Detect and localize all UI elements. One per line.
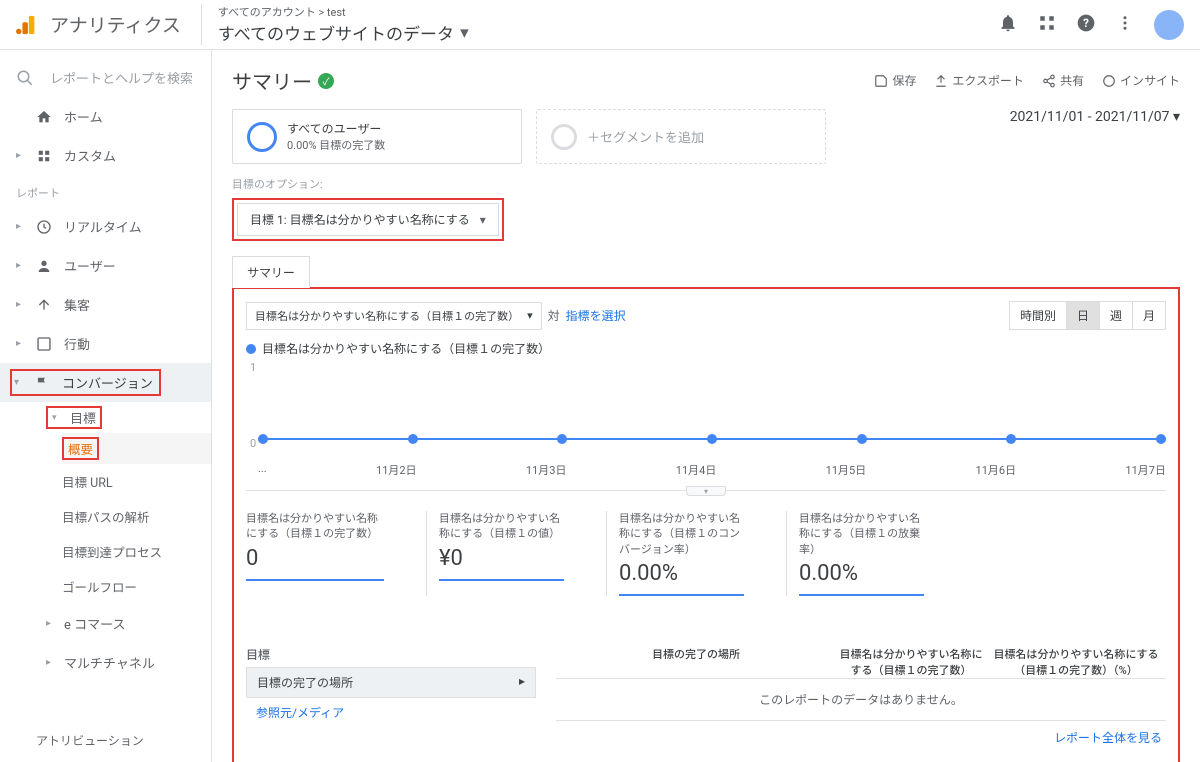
custom-icon (37, 149, 51, 163)
sidebar-item-multichannel[interactable]: ▸マルチチャネル (46, 643, 211, 682)
chart-container: 目標名は分かりやすい名称にする（目標１の完了数）▾ 対 指標を選択 時間別 日 … (232, 287, 1180, 762)
goal-option-selector[interactable]: 目標 1: 目標名は分かりやすい名称にする▾ (237, 203, 499, 236)
x-label: 11月4日 (676, 462, 717, 478)
data-point[interactable] (707, 434, 717, 444)
goal-option-highlight: 目標 1: 目標名は分かりやすい名称にする▾ (232, 198, 504, 241)
sidebar-item-home[interactable]: ホーム (0, 97, 211, 136)
x-label: 11月5日 (826, 462, 867, 478)
sidebar-item-goal-path[interactable]: 目標パスの解析 (62, 499, 211, 534)
date-range-picker[interactable]: 2021/11/01 - 2021/11/07 ▾ (1010, 109, 1180, 125)
segment-circle-icon (247, 122, 277, 152)
segment-add-circle-icon (551, 124, 577, 150)
notifications-icon[interactable] (998, 13, 1018, 37)
metric-card-abandon-rate: 目標名は分かりやすい名称にする（目標１の放棄率）0.00% (786, 511, 936, 596)
chart-legend: 目標名は分かりやすい名称にする（目標１の完了数） (246, 340, 1166, 357)
data-point[interactable] (857, 434, 867, 444)
time-week-button[interactable]: 週 (1100, 302, 1133, 329)
save-button[interactable]: 保存 (874, 72, 916, 89)
sidebar-section-reports: レポート (0, 175, 211, 207)
table-col-completions: 目標名は分かりやすい名称にする（目標１の完了数） (836, 646, 986, 678)
x-label: 11月7日 (1125, 462, 1166, 478)
avatar[interactable] (1154, 10, 1184, 40)
share-icon (1042, 74, 1056, 88)
sidebar-item-goals[interactable]: ▾目標 (46, 402, 211, 433)
table-dimension-source[interactable]: 参照元/メディア (246, 698, 536, 727)
table-col-place: 目標の完了の場所 (556, 646, 836, 678)
metric-card-value: 目標名は分かりやすい名称にする（目標１の値）¥0 (426, 511, 576, 596)
x-label: 11月2日 (376, 462, 417, 478)
sidebar-item-realtime[interactable]: ▸リアルタイム (0, 207, 211, 246)
sidebar-item-goal-funnel[interactable]: 目標到達プロセス (62, 534, 211, 569)
legend-dot-icon (246, 344, 256, 354)
share-button[interactable]: 共有 (1042, 72, 1084, 89)
select-metric-link[interactable]: 指標を選択 (566, 307, 626, 324)
more-icon[interactable] (1116, 14, 1134, 36)
page-title: サマリー✓ (232, 66, 334, 95)
tab-summary[interactable]: サマリー (232, 256, 310, 288)
analytics-logo-icon (16, 14, 38, 36)
sidebar-item-attribution[interactable]: アトリビューション (0, 722, 211, 759)
sidebar-item-goal-flow[interactable]: ゴールフロー (62, 569, 211, 604)
sidebar-item-overview[interactable]: 概要 (62, 433, 211, 464)
apps-icon[interactable] (1038, 14, 1056, 36)
sidebar-item-goal-url[interactable]: 目標 URL (62, 464, 211, 499)
flag-icon (35, 376, 49, 390)
x-label: 11月3日 (526, 462, 567, 478)
sidebar-item-custom[interactable]: ▸カスタム (0, 136, 211, 175)
metric-selector[interactable]: 目標名は分かりやすい名称にする（目標１の完了数）▾ (246, 302, 542, 330)
behavior-icon (36, 336, 52, 352)
data-point[interactable] (408, 434, 418, 444)
user-icon (36, 258, 52, 274)
export-button[interactable]: エクスポート (934, 72, 1024, 89)
segment-add[interactable]: ＋セグメントを追加 (536, 109, 826, 164)
metric-card-conversion-rate: 目標名は分かりやすい名称にする（目標１のコンバージョン率）0.00% (606, 511, 756, 596)
insight-icon (1102, 74, 1116, 88)
property-selector[interactable]: すべてのウェブサイトのデータ ▾ (218, 20, 998, 45)
export-icon (934, 74, 948, 88)
y-tick-1: 1 (250, 361, 256, 374)
table-col-percent: 目標名は分かりやすい名称にする（目標１の完了数）（%） (986, 646, 1166, 678)
data-point[interactable] (557, 434, 567, 444)
time-day-button[interactable]: 日 (1067, 302, 1100, 329)
data-point[interactable] (1006, 434, 1016, 444)
sidebar-item-user[interactable]: ▸ユーザー (0, 246, 211, 285)
metric-card-completions: 目標名は分かりやすい名称にする（目標１の完了数）0 (246, 511, 396, 596)
goal-option-label: 目標のオプション: (232, 176, 1180, 192)
sidebar-item-behavior[interactable]: ▸行動 (0, 324, 211, 363)
sidebar-item-conversion[interactable]: ▾コンバージョン (0, 363, 211, 402)
home-icon (36, 109, 52, 125)
verified-icon: ✓ (318, 73, 334, 89)
time-granularity-toggle: 時間別 日 週 月 (1009, 301, 1166, 330)
sidebar: レポートとヘルプを検索 ホーム ▸カスタム レポート ▸リアルタイム ▸ユーザー… (0, 50, 212, 762)
table-heading: 目標 (246, 646, 536, 663)
line-chart[interactable]: 1 0 ... 11月2日 11月3日 11月4日 11月 (246, 361, 1166, 491)
chart-resize-handle[interactable]: ▾ (686, 486, 726, 496)
help-icon[interactable]: ? (1076, 13, 1096, 37)
time-month-button[interactable]: 月 (1133, 302, 1165, 329)
vs-label: 対 (548, 307, 560, 324)
search-icon (16, 69, 34, 87)
breadcrumb[interactable]: すべてのアカウント > test (218, 4, 998, 20)
save-icon (874, 74, 888, 88)
segment-all-users[interactable]: すべてのユーザー0.00% 目標の完了数 (232, 109, 522, 164)
x-label: 11月6日 (976, 462, 1017, 478)
data-point[interactable] (258, 434, 268, 444)
svg-text:?: ? (1083, 16, 1089, 30)
table-dimension-place[interactable]: 目標の完了の場所▸ (246, 667, 536, 698)
insight-button[interactable]: インサイト (1102, 72, 1180, 89)
y-tick-0: 0 (250, 437, 256, 450)
brand-title: アナリティクス (50, 11, 181, 38)
no-data-message: このレポートのデータはありません。 (556, 678, 1166, 720)
app-header: アナリティクス すべてのアカウント > test すべてのウェブサイトのデータ … (0, 0, 1200, 50)
sidebar-search[interactable]: レポートとヘルプを検索 (0, 58, 211, 97)
clock-icon (36, 219, 52, 235)
acquisition-icon (36, 297, 52, 313)
time-hour-button[interactable]: 時間別 (1010, 302, 1067, 329)
full-report-link[interactable]: レポート全体を見る (556, 720, 1166, 754)
sidebar-item-ecommerce[interactable]: ▸e コマース (46, 604, 211, 643)
x-label: ... (258, 462, 267, 478)
data-point[interactable] (1156, 434, 1166, 444)
main-content: サマリー✓ 保存 エクスポート 共有 インサイト すべてのユーザー0.00% 目… (212, 50, 1200, 762)
sidebar-item-acquisition[interactable]: ▸集客 (0, 285, 211, 324)
